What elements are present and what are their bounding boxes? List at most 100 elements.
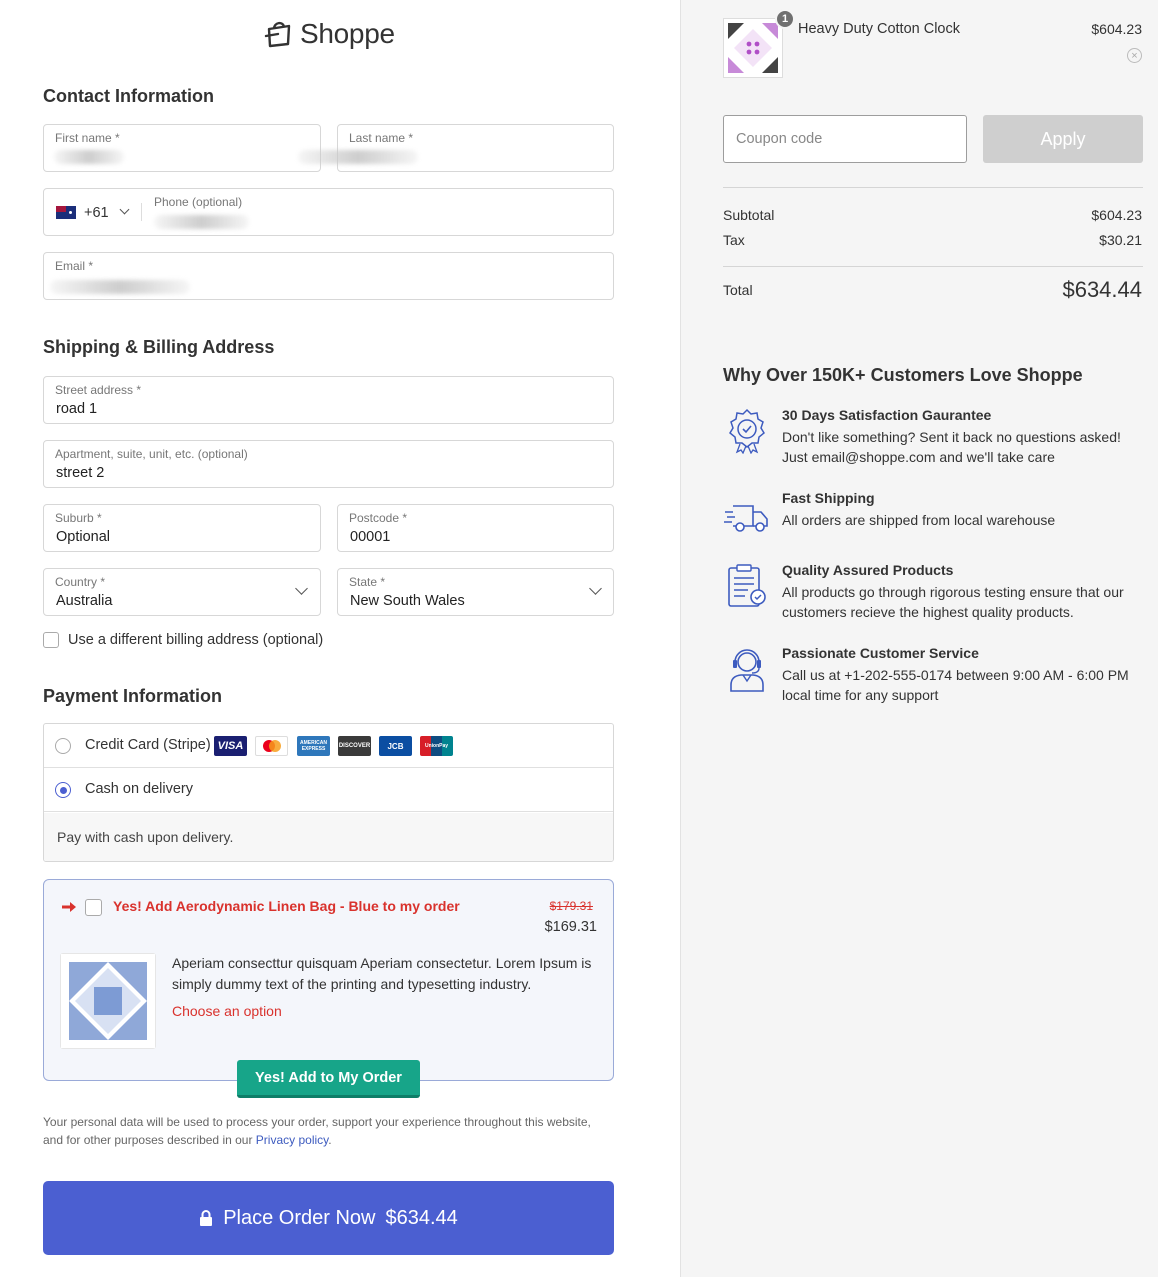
headset-agent-icon — [730, 649, 764, 692]
last-name-label: Last name * — [349, 131, 414, 145]
privacy-suffix: . — [328, 1133, 332, 1147]
subtotal-label: Subtotal — [723, 207, 775, 223]
brand-name: Shoppe — [300, 18, 395, 49]
last-name-field[interactable]: Last name * — [298, 124, 614, 172]
first-name-label: First name * — [55, 131, 120, 145]
postcode-field[interactable]: Postcode * 00001 — [337, 504, 614, 552]
choose-option-link[interactable]: Choose an option — [172, 1003, 282, 1019]
first-name-redacted-value — [54, 150, 124, 164]
phone-country-code[interactable]: +61 — [84, 205, 109, 221]
order-bump-new-price: $169.31 — [544, 919, 597, 935]
apartment-label: Apartment, suite, unit, etc. (optional) — [55, 447, 248, 461]
first-name-field[interactable]: First name * — [43, 124, 321, 172]
arrow-right-icon — [62, 902, 76, 912]
lock-icon — [200, 1209, 213, 1226]
apartment-value: street 2 — [56, 465, 105, 481]
place-order-button[interactable]: Place Order Now $634.44 — [43, 1181, 614, 1255]
coupon-field[interactable] — [723, 115, 967, 163]
suburb-value: Optional — [56, 529, 111, 545]
cart-product-image — [723, 18, 783, 78]
feature-text: All products go through rigorous testing… — [782, 584, 1124, 620]
last-name-redacted-value — [298, 150, 418, 164]
order-bump-product-image — [60, 953, 156, 1049]
feature-title: Passionate Customer Service — [782, 645, 979, 661]
cod-description-panel: Pay with cash upon delivery. — [44, 813, 613, 861]
order-bump-title[interactable]: Yes! Add Aerodynamic Linen Bag - Blue to… — [113, 898, 460, 914]
payment-option-cod[interactable]: Cash on delivery — [44, 768, 613, 812]
divider — [723, 266, 1143, 267]
cart-quantity-badge: 1 — [775, 9, 795, 29]
cod-option-label: Cash on delivery — [85, 781, 193, 797]
contact-section-title: Contact Information — [43, 86, 214, 106]
discover-card-icon: DISCOVER — [338, 736, 371, 756]
state-value: New South Wales — [350, 593, 465, 609]
feature-text: Call us at +1-202-555-0174 between 9:00 … — [782, 667, 1129, 703]
card-option-label: Credit Card (Stripe) — [85, 737, 211, 753]
brand-logo[interactable]: Shoppe — [264, 14, 395, 54]
place-order-label: Place Order Now — [223, 1206, 376, 1229]
remove-item-icon[interactable]: × — [1127, 48, 1142, 63]
shopping-bag-icon — [264, 21, 291, 48]
state-select[interactable]: State * New South Wales — [337, 568, 614, 616]
unionpay-card-icon: UnionPay — [420, 736, 453, 756]
why-section-title: Why Over 150K+ Customers Love Shoppe — [723, 365, 1083, 385]
cod-radio[interactable] — [55, 782, 71, 798]
state-label: State * — [349, 575, 386, 589]
clipboard-icon — [728, 564, 766, 607]
order-bump: Yes! Add Aerodynamic Linen Bag - Blue to… — [43, 879, 614, 1081]
card-radio[interactable] — [55, 738, 71, 754]
jcb-card-icon: JCB — [379, 736, 412, 756]
email-field[interactable]: Email * — [43, 252, 614, 300]
suburb-field[interactable]: Suburb * Optional — [43, 504, 321, 552]
feature-title: 30 Days Satisfaction Gaurantee — [782, 407, 992, 423]
apply-coupon-button[interactable]: Apply — [983, 115, 1143, 163]
coupon-input[interactable] — [724, 116, 966, 162]
feature-text: All orders are shipped from local wareho… — [782, 512, 1056, 528]
badge-check-icon — [729, 408, 765, 454]
cod-note: Pay with cash upon delivery. — [57, 829, 234, 845]
mastercard-card-icon — [255, 736, 288, 756]
cart-product-price: $604.23 — [1091, 21, 1142, 37]
tax-label: Tax — [723, 232, 745, 248]
chevron-down-icon — [295, 582, 308, 595]
subtotal-value: $604.23 — [1091, 207, 1142, 223]
tax-value: $30.21 — [1099, 232, 1142, 248]
order-summary-column: 1 Heavy Duty Cotton Clock $604.23 × Appl… — [680, 0, 1158, 1277]
order-bump-checkbox[interactable] — [85, 899, 102, 916]
feature-text: Don't like something? Sent it back no qu… — [782, 429, 1121, 465]
total-value: $634.44 — [1062, 277, 1142, 302]
divider — [141, 203, 142, 221]
payment-section-title: Payment Information — [43, 686, 223, 706]
chevron-down-icon[interactable] — [119, 204, 130, 215]
street-address-field[interactable]: Street address * road 1 — [43, 376, 614, 424]
address-section-title: Shipping & Billing Address — [43, 337, 275, 357]
feature-title: Quality Assured Products — [782, 562, 954, 578]
add-to-order-button[interactable]: Yes! Add to My Order — [237, 1060, 420, 1098]
australia-flag-icon — [56, 206, 76, 219]
divider — [723, 187, 1143, 188]
apartment-field[interactable]: Apartment, suite, unit, etc. (optional) … — [43, 440, 614, 488]
country-select[interactable]: Country * Australia — [43, 568, 321, 616]
email-label: Email * — [55, 259, 94, 273]
cart-product-name: Heavy Duty Cotton Clock — [798, 21, 960, 37]
place-order-amount: $634.44 — [385, 1206, 458, 1229]
privacy-policy-link[interactable]: Privacy policy — [256, 1133, 328, 1147]
phone-redacted-value — [154, 215, 249, 229]
phone-field[interactable]: +61 Phone (optional) — [43, 188, 614, 236]
checkout-form-column: Shoppe Contact Information First name * … — [0, 0, 680, 1277]
payment-option-card[interactable]: Credit Card (Stripe) VISA AMERICAN EXPRE… — [44, 724, 613, 768]
privacy-notice: Your personal data will be used to proce… — [43, 1113, 603, 1149]
payment-methods: Credit Card (Stripe) VISA AMERICAN EXPRE… — [43, 723, 614, 862]
street-address-value: road 1 — [56, 401, 98, 417]
country-label: Country * — [55, 575, 106, 589]
order-bump-description: Aperiam consecttur quisquam Aperiam cons… — [172, 955, 592, 992]
country-value: Australia — [56, 593, 113, 609]
different-billing-label[interactable]: Use a different billing address (optiona… — [68, 632, 323, 648]
street-address-label: Street address * — [55, 383, 142, 397]
feature-title: Fast Shipping — [782, 490, 875, 506]
postcode-label: Postcode * — [349, 511, 408, 525]
different-billing-checkbox[interactable] — [43, 632, 59, 648]
amex-card-icon: AMERICAN EXPRESS — [297, 736, 330, 756]
email-redacted-value — [50, 280, 190, 294]
total-label: Total — [723, 282, 753, 298]
